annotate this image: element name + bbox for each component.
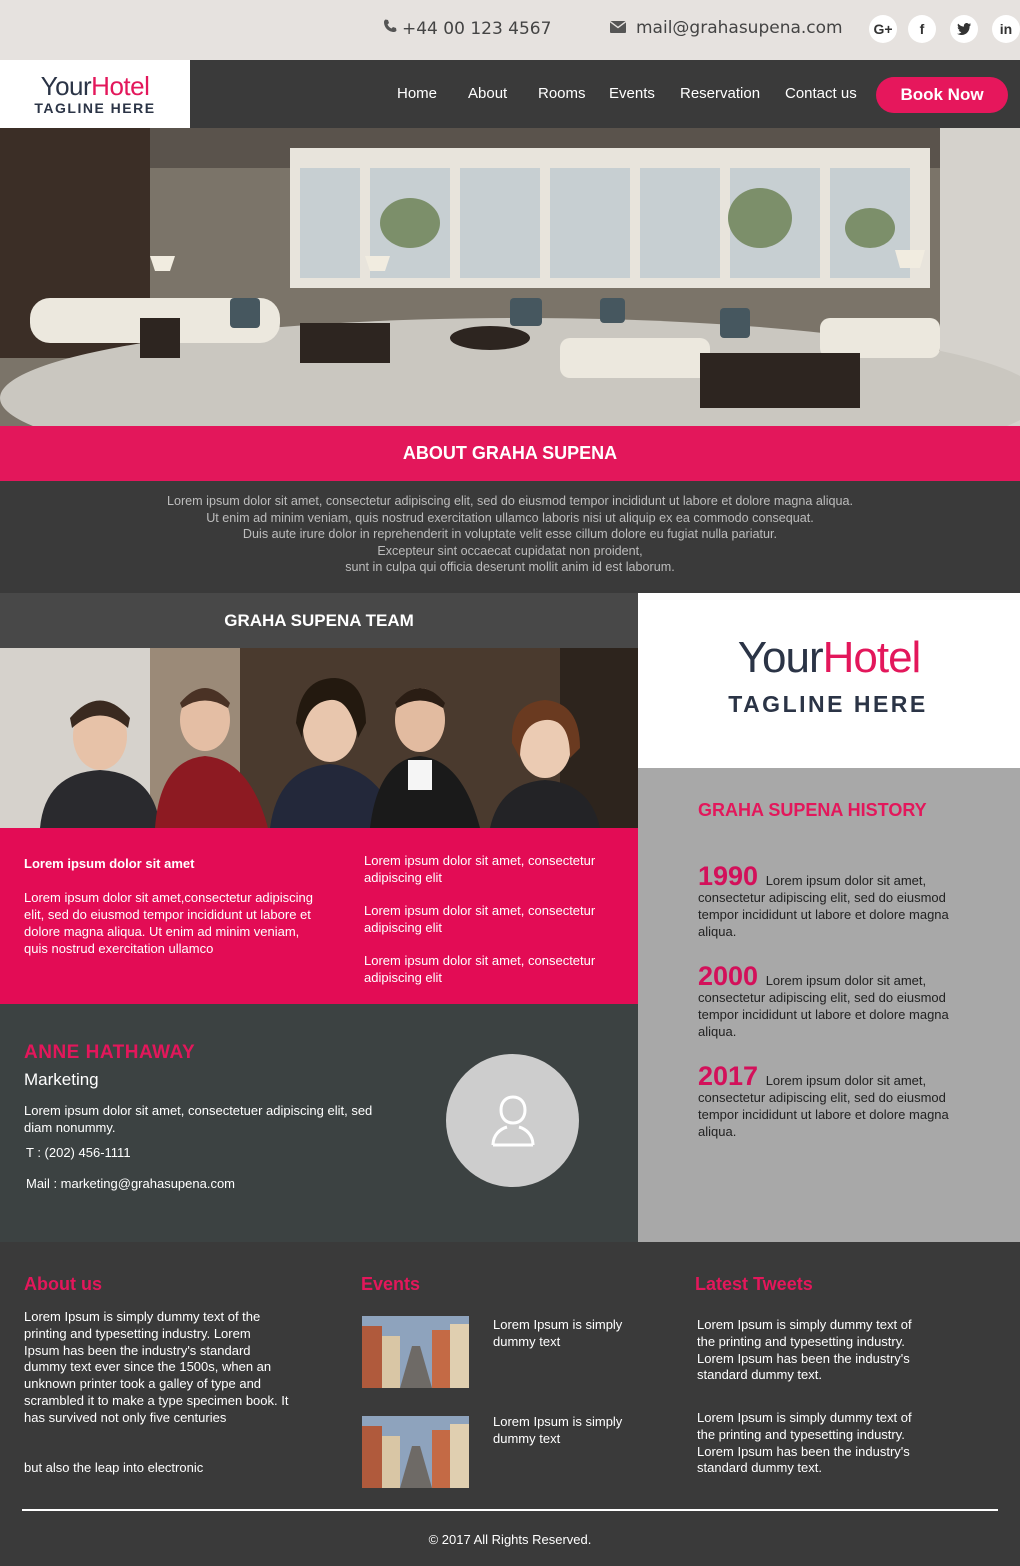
phone-number: +44 00 123 4567: [402, 18, 552, 39]
about-title: ABOUT GRAHA SUPENA: [0, 426, 1020, 481]
team-body: Lorem ipsum dolor sit amet,consectetur a…: [24, 890, 314, 956]
phone-contact[interactable]: +44 00 123 4567: [382, 18, 551, 39]
email-contact[interactable]: mail@grahasupena.com: [609, 18, 843, 38]
user-icon: [491, 1095, 534, 1146]
logo-your: Your: [737, 633, 824, 682]
book-now-button[interactable]: Book Now: [876, 77, 1008, 113]
logo[interactable]: YourHotel TAGLINE HERE: [0, 60, 190, 128]
nav-reservation[interactable]: Reservation: [680, 85, 760, 102]
logo-your: Your: [40, 71, 92, 101]
staff-phone[interactable]: T : (202) 456-1111: [26, 1145, 131, 1160]
footer-about-text-2: but also the leap into electronic: [24, 1460, 204, 1475]
about-line: Duis aute irure dolor in reprehenderit i…: [242, 527, 778, 542]
staff-name: ANNE HATHAWAY: [24, 1042, 196, 1063]
envelope-icon: [609, 18, 627, 38]
email-address: mail@grahasupena.com: [636, 18, 843, 38]
logo-tagline: TAGLINE HERE: [34, 100, 156, 116]
footer-about-title: About us: [24, 1274, 102, 1294]
footer-tweets-title: Latest Tweets: [695, 1274, 813, 1294]
history-year: 2017: [698, 1061, 759, 1091]
about-text: Lorem ipsum dolor sit amet, consectetur …: [0, 481, 1020, 593]
nav-about[interactable]: About: [468, 85, 507, 102]
event-thumbnail[interactable]: [362, 1416, 469, 1488]
staff-profile: ANNE HATHAWAY Marketing Lorem ipsum dolo…: [0, 1004, 638, 1242]
event-text[interactable]: Lorem Ipsum is simply dummy text: [493, 1414, 643, 1448]
logo-tagline: TAGLINE HERE: [728, 691, 928, 717]
staff-email[interactable]: Mail : marketing@grahasupena.com: [26, 1176, 235, 1191]
nav-rooms[interactable]: Rooms: [538, 85, 586, 102]
staff-role: Marketing: [24, 1070, 99, 1089]
team-info-panel: Lorem ipsum dolor sit amet Lorem ipsum d…: [0, 828, 638, 1004]
about-line: Ut enim ad minim veniam, quis nostrud ex…: [206, 510, 814, 525]
footer-about-text: Lorem Ipsum is simply dummy text of the …: [24, 1309, 289, 1425]
history-item: 1990 Lorem ipsum dolor sit amet, consect…: [698, 863, 983, 940]
tweet-text: Lorem Ipsum is simply dummy text of the …: [697, 1410, 912, 1476]
history-item: 2000 Lorem ipsum dolor sit amet, consect…: [698, 963, 983, 1040]
team-photo: [0, 648, 638, 828]
staff-description: Lorem ipsum dolor sit amet, consectetuer…: [24, 1103, 373, 1135]
team-list-item: Lorem ipsum dolor sit amet, consectetur …: [364, 853, 596, 885]
about-line: Excepteur sint occaecat cupidatat non pr…: [377, 543, 643, 558]
team-lead: Lorem ipsum dolor sit amet: [24, 856, 195, 871]
logo-hotel: Hotel: [822, 633, 922, 682]
logo-large: YourHotel TAGLINE HERE: [638, 593, 1020, 768]
team-list-item: Lorem ipsum dolor sit amet, consectetur …: [364, 953, 596, 985]
nav-home[interactable]: Home: [397, 85, 437, 102]
footer-events-title: Events: [361, 1274, 421, 1294]
google-plus-icon[interactable]: G+: [869, 15, 897, 43]
facebook-icon[interactable]: f: [908, 15, 936, 43]
top-bar: +44 00 123 4567 mail@grahasupena.com G+ …: [0, 0, 1020, 60]
phone-icon: [382, 18, 398, 39]
logo-hotel: Hotel: [91, 71, 150, 101]
nav-events[interactable]: Events: [609, 85, 655, 102]
copyright: © 2017 All Rights Reserved.: [428, 1532, 592, 1547]
main-navbar: YourHotel TAGLINE HERE Home About Rooms …: [0, 60, 1020, 128]
history-panel: GRAHA SUPENA HISTORY 1990 Lorem ipsum do…: [638, 768, 1020, 1242]
event-text[interactable]: Lorem Ipsum is simply dummy text: [493, 1317, 643, 1351]
nav-contact[interactable]: Contact us: [785, 85, 857, 102]
avatar: [446, 1054, 579, 1187]
history-item: 2017 Lorem ipsum dolor sit amet, consect…: [698, 1063, 983, 1140]
tweet-text: Lorem Ipsum is simply dummy text of the …: [697, 1317, 912, 1383]
linkedin-icon[interactable]: in: [992, 15, 1020, 43]
footer: About us Lorem Ipsum is simply dummy tex…: [0, 1242, 1020, 1566]
team-list-item: Lorem ipsum dolor sit amet, consectetur …: [364, 903, 596, 935]
about-line: sunt in culpa qui officia deserunt molli…: [345, 560, 675, 575]
team-title: GRAHA SUPENA TEAM: [0, 593, 638, 648]
footer-divider: [22, 1509, 998, 1511]
about-line: Lorem ipsum dolor sit amet, consectetur …: [166, 494, 854, 508]
event-thumbnail[interactable]: [362, 1316, 469, 1388]
hero-image: [0, 128, 1020, 426]
history-year: 2000: [698, 961, 759, 991]
history-title: GRAHA SUPENA HISTORY: [698, 800, 927, 820]
twitter-icon[interactable]: [950, 15, 978, 43]
history-year: 1990: [698, 861, 759, 891]
